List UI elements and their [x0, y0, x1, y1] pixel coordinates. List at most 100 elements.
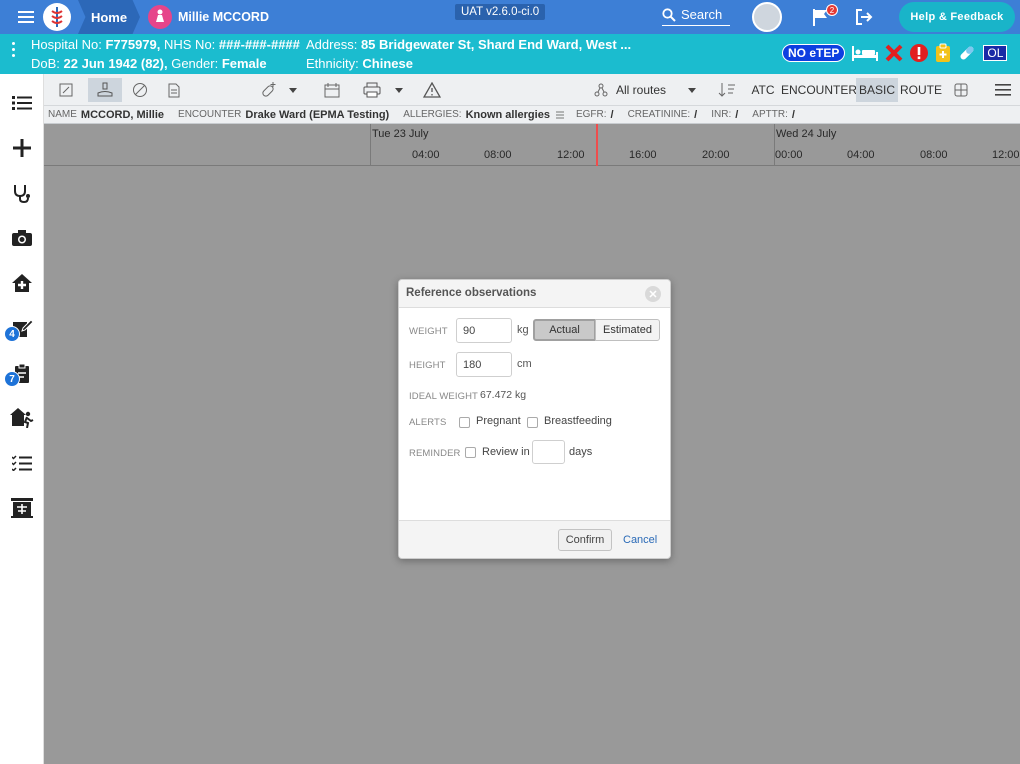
weight-unit: kg	[517, 324, 529, 336]
dialog-title: Reference observations	[399, 280, 670, 308]
list-icon[interactable]	[8, 89, 36, 117]
add-icon[interactable]	[8, 134, 36, 162]
left-sidebar: 4 7	[0, 74, 44, 764]
days-label: days	[569, 446, 593, 458]
height-unit: cm	[517, 358, 532, 370]
discharge-icon[interactable]	[8, 404, 36, 432]
checklist-icon[interactable]	[8, 449, 36, 477]
search-button[interactable]: Search	[662, 4, 730, 26]
creatinine-label: CREATININE:	[627, 109, 691, 120]
breastfeeding-checkbox[interactable]	[527, 417, 538, 428]
reminder-label: REMINDER	[409, 448, 461, 459]
warning-icon[interactable]	[420, 78, 444, 102]
patient-name: Millie MCCORD	[178, 10, 269, 24]
more-options-icon[interactable]	[12, 42, 18, 60]
name-value: MCCORD, Millie	[80, 108, 165, 121]
estimated-toggle[interactable]: Estimated	[595, 319, 660, 341]
height-input[interactable]: 180	[456, 352, 512, 377]
allergies-value[interactable]: Known allergies	[466, 109, 550, 121]
ol-badge[interactable]: OL	[983, 45, 1008, 61]
breadcrumb-home[interactable]: Home	[78, 0, 140, 34]
alerts-label: ALERTS	[409, 417, 447, 428]
pregnant-label: Pregnant	[476, 415, 521, 427]
home-care-icon[interactable]	[8, 269, 36, 297]
cancel-link[interactable]: Cancel	[623, 534, 657, 546]
breastfeeding-label: Breastfeeding	[544, 415, 612, 427]
view-route-button[interactable]: ROUTE	[900, 78, 942, 102]
top-nav-bar: Home Millie MCCORD UAT v2.6.0-ci.0 Searc…	[0, 0, 1020, 34]
dialog-footer: Confirm Cancel	[399, 520, 670, 558]
no-etep-badge[interactable]: NO eTEP	[782, 44, 846, 62]
view-basic-button[interactable]: BASIC	[856, 78, 898, 102]
height-label: HEIGHT	[409, 360, 446, 371]
encounter-value: Drake Ward (EPMA Testing)	[245, 108, 390, 121]
apttr-label: APTTR:	[752, 109, 788, 120]
red-cross-icon[interactable]	[885, 44, 903, 62]
weight-input[interactable]: 90	[456, 318, 512, 343]
user-avatar[interactable]	[752, 0, 782, 34]
search-label: Search	[681, 7, 723, 22]
inr-label: INR:	[711, 109, 732, 120]
ideal-weight-value: 67.472 kg	[480, 389, 527, 401]
pharmacy-icon[interactable]	[8, 494, 36, 522]
patient-ethnicity: Ethnicity: Chinese	[306, 56, 413, 71]
allergies-label: ALLERGIES:	[403, 109, 462, 120]
logout-icon[interactable]	[850, 0, 878, 34]
print-icon[interactable]	[358, 78, 386, 102]
view-atc-button[interactable]: ATC	[746, 78, 780, 102]
help-feedback-button[interactable]: Help & Feedback	[899, 2, 1015, 32]
current-time-line	[596, 124, 598, 166]
ideal-weight-label: IDEAL WEIGHT	[409, 391, 478, 402]
review-checkbox[interactable]	[465, 447, 476, 458]
hospital-number: Hospital No: F775979, NHS No: ###-###-##…	[31, 37, 300, 52]
count-badge: 7	[4, 371, 20, 387]
discontinue-icon[interactable]	[128, 78, 152, 102]
routes-icon	[594, 83, 608, 97]
routes-filter-dropdown[interactable]: All routes	[594, 78, 704, 102]
name-label: NAME	[48, 109, 77, 120]
calendar-icon[interactable]	[320, 78, 344, 102]
patient-banner: Hospital No: F775979, NHS No: ###-###-##…	[0, 34, 1020, 74]
prescription-edit-icon[interactable]: 4	[4, 314, 36, 342]
weight-label: WEIGHT	[409, 326, 448, 337]
add-medication-dropdown-icon[interactable]	[286, 78, 300, 102]
stethoscope-icon[interactable]	[8, 179, 36, 207]
bed-icon[interactable]	[851, 44, 879, 62]
egfr-label: EGFR:	[575, 109, 607, 120]
review-in-label: Review in	[482, 446, 530, 458]
creatinine-value: /	[694, 108, 698, 121]
list-small-icon[interactable]	[555, 111, 564, 119]
clipboard-icon[interactable]	[935, 43, 951, 63]
pill-icon[interactable]	[957, 43, 977, 63]
camera-icon[interactable]	[8, 224, 36, 252]
actual-toggle[interactable]: Actual	[533, 319, 596, 341]
search-icon	[662, 7, 676, 22]
apttr-value: /	[791, 108, 795, 121]
overview-icon[interactable]	[54, 78, 78, 102]
add-medication-icon[interactable]	[256, 78, 282, 102]
chevron-down-icon	[688, 87, 697, 93]
notification-count: 2	[826, 4, 838, 16]
layout-icon[interactable]	[950, 78, 972, 102]
confirm-button[interactable]: Confirm	[558, 529, 612, 551]
clipboard-task-icon[interactable]: 7	[4, 359, 36, 387]
sort-icon[interactable]	[714, 78, 740, 102]
document-icon[interactable]	[162, 78, 186, 102]
encounter-label: ENCOUNTER	[178, 109, 242, 120]
print-dropdown-icon[interactable]	[392, 78, 406, 102]
pregnant-checkbox[interactable]	[459, 417, 470, 428]
view-encounter-button[interactable]: ENCOUNTER	[781, 78, 857, 102]
review-days-input[interactable]	[532, 440, 565, 464]
breadcrumb-patient[interactable]: Millie MCCORD	[148, 0, 269, 34]
close-icon[interactable]: ✕	[645, 286, 661, 302]
egfr-value: /	[610, 108, 614, 121]
hamburger-menu-icon[interactable]	[992, 78, 1014, 102]
administer-icon[interactable]	[88, 78, 122, 102]
alert-icon[interactable]	[909, 43, 929, 63]
notifications-button[interactable]: 2	[806, 0, 838, 34]
chart-toolbar: All routes ATC ENCOUNTER BASIC ROUTE	[44, 74, 1020, 106]
app-logo[interactable]	[42, 0, 72, 34]
patient-dob-gender: DoB: 22 Jun 1942 (82), Gender: Female	[31, 56, 267, 71]
menu-icon[interactable]	[14, 0, 38, 34]
patient-info-strip: NAME MCCORD, Millie ENCOUNTER Drake Ward (…	[44, 106, 1020, 124]
